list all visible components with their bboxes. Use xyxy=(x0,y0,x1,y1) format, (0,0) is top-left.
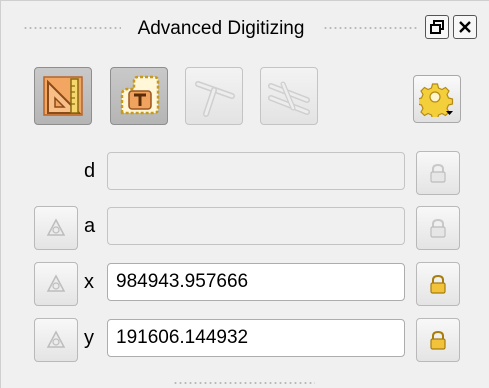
x-relative-button[interactable] xyxy=(34,262,78,306)
x-lock-button[interactable] xyxy=(416,262,460,306)
panel-title: Advanced Digitizing xyxy=(137,18,305,39)
enable-advanced-digitizing-button[interactable] xyxy=(34,67,92,125)
parallel-button[interactable] xyxy=(260,67,318,125)
gear-icon xyxy=(419,83,454,117)
x-label: x xyxy=(84,271,94,293)
bottom-resize-grip[interactable] xyxy=(173,381,315,385)
right-drag-grip[interactable] xyxy=(323,26,418,30)
angle-label: a xyxy=(84,215,96,237)
y-relative-button[interactable] xyxy=(34,318,78,362)
advanced-digitizing-panel: Advanced Digitizing d a x 984943.957666 … xyxy=(0,0,489,388)
lock-icon xyxy=(430,218,446,238)
y-row: y xyxy=(1,318,489,362)
close-button[interactable] xyxy=(453,15,477,39)
relative-angle-icon xyxy=(46,218,66,236)
lock-icon xyxy=(430,274,446,294)
parallel-icon xyxy=(268,81,310,115)
y-coordinate-field[interactable] xyxy=(107,319,405,357)
settings-menu-button[interactable] xyxy=(413,75,461,123)
angle-field[interactable] xyxy=(107,207,405,245)
close-icon xyxy=(459,21,471,33)
angle-lock-button[interactable] xyxy=(416,206,460,250)
y-label: y xyxy=(84,327,94,349)
float-button[interactable] xyxy=(425,15,449,39)
angle-row: a xyxy=(1,206,489,250)
construction-mode-button[interactable] xyxy=(110,67,168,125)
lock-icon xyxy=(430,330,446,350)
set-square-ruler-icon xyxy=(43,76,83,116)
perpendicular-icon xyxy=(195,81,235,117)
relative-coordinate-icon xyxy=(46,274,66,292)
angle-relative-button[interactable] xyxy=(34,206,78,250)
distance-lock-button[interactable] xyxy=(416,151,460,195)
relative-coordinate-icon xyxy=(46,330,66,348)
restore-window-icon xyxy=(430,20,444,34)
perpendicular-button[interactable] xyxy=(185,67,243,125)
x-coordinate-field[interactable] xyxy=(107,263,405,301)
y-lock-button[interactable] xyxy=(416,318,460,362)
distance-row: d xyxy=(1,151,489,195)
left-drag-grip[interactable] xyxy=(23,26,121,30)
construction-mode-icon xyxy=(120,75,160,115)
lock-icon xyxy=(430,163,446,183)
distance-field[interactable] xyxy=(107,152,405,190)
panel-titlebar[interactable]: Advanced Digitizing xyxy=(1,1,489,53)
distance-label: d xyxy=(84,160,96,182)
x-row: x xyxy=(1,262,489,306)
